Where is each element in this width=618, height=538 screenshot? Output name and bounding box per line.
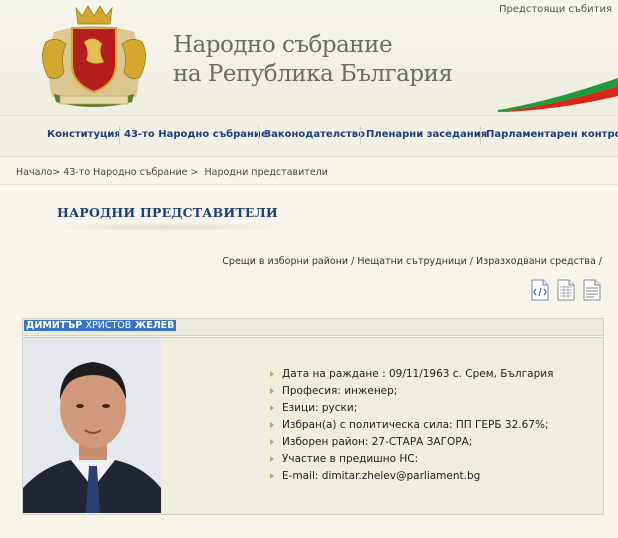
expenses-link[interactable]: Изразходвани средства [476,256,596,267]
link-separator: / [595,256,602,267]
email-link[interactable]: E-mail: dimitar.zhelev@parliament.bg [282,470,480,482]
breadcrumb: Начало> 43-то Народно събрание > Народни… [16,167,331,178]
nav-item-legislation[interactable]: Законодателство [264,129,365,140]
flag-swoosh [498,78,618,112]
meetings-link[interactable]: Срещи в изборни райони [222,256,348,267]
bullet-icon [270,422,274,428]
title-underline [40,222,290,232]
detail-languages: Езици: руски; [270,400,553,417]
xml-icon[interactable] [531,279,549,301]
mp-middle-name: ХРИСТОВ [85,320,132,331]
detail-profession: Професия: инженер; [270,383,553,400]
detail-district: Изборен район: 27-СТАРА ЗАГОРА; [270,434,553,451]
detail-birth: Дата на раждане : 09/11/1963 с. Срем, Бъ… [270,366,553,383]
link-separator: / [348,256,358,267]
breadcrumb-assembly[interactable]: 43-то Народно събрание [63,167,187,178]
nav-item-constitution[interactable]: Конституция [47,129,121,140]
mp-first-name: ДИМИТЪР [26,320,83,331]
nav-separator [480,126,481,144]
coat-of-arms-logo[interactable] [24,2,164,110]
bullet-icon [270,371,274,377]
site-title-line2: на Република България [173,61,453,87]
nav-separator [258,126,259,144]
mp-photo [23,338,161,513]
upcoming-events-link[interactable]: Предстоящи събития [499,4,612,15]
bullet-icon [270,405,274,411]
detail-party: Избран(а) с политическа сила: ПП ГЕРБ 32… [270,417,553,434]
nav-item-parliamentary-control[interactable]: Парламентарен контрол [486,129,618,140]
detail-email: E-mail: dimitar.zhelev@parliament.bg [270,468,553,485]
grid-doc-icon[interactable] [557,279,575,301]
bullet-icon [270,388,274,394]
nav-separator [360,126,361,144]
breadcrumb-separator: > [190,167,199,178]
text-doc-icon[interactable] [583,279,601,301]
nav-item-assembly[interactable]: 43-то Народно събрание [124,129,268,140]
nav-separator [119,126,120,144]
link-separator: / [466,256,477,267]
bullet-icon [270,439,274,445]
breadcrumb-home[interactable]: Начало> [16,167,60,178]
page-title: НАРОДНИ ПРЕДСТАВИТЕЛИ [57,205,278,220]
divider [0,184,618,185]
mp-name: ДИМИТЪР ХРИСТОВ ЖЕЛЕВ [24,320,177,331]
main-nav: Конституция 43-то Народно събрание Закон… [0,115,618,157]
bullet-icon [270,473,274,479]
bullet-icon [270,456,274,462]
staff-link[interactable]: Нещатни сътрудници [357,256,466,267]
breadcrumb-current: Народни представители [204,167,328,178]
site-header: Предстоящи събития Народно събрание на Р… [0,0,618,115]
detail-previous-assembly: Участие в предишно НС: [270,451,553,468]
mp-last-name: ЖЕЛЕВ [134,320,175,331]
mp-details: Дата на раждане : 09/11/1963 с. Срем, Бъ… [270,366,553,485]
site-title-line1: Народно събрание [173,32,393,58]
nav-item-plenary[interactable]: Пленарни заседания [366,129,487,140]
mp-links: Срещи в изборни райони / Нещатни сътрудн… [222,256,602,267]
